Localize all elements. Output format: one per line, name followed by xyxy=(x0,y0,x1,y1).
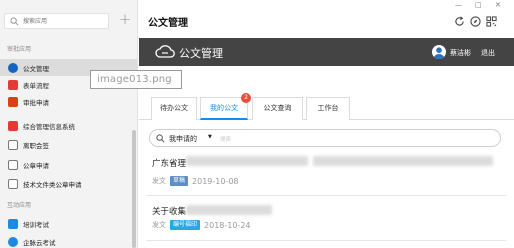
close-button[interactable]: ✕ xyxy=(495,1,501,9)
qrcode-icon[interactable] xyxy=(486,16,497,27)
search-icon xyxy=(156,134,165,143)
window-title: 公文管理 xyxy=(148,18,188,29)
sidebar-item-label: 审批申请 xyxy=(23,98,49,107)
filter-keyword-input[interactable]: 搜索 xyxy=(220,135,231,143)
logout-link[interactable]: 退出 xyxy=(481,48,495,58)
sidebar-item-management-system[interactable]: 综合管理信息系统 xyxy=(0,117,137,134)
app-search-box[interactable] xyxy=(4,13,109,29)
window-titlebar: 公文管理 — □ ✕ xyxy=(139,0,514,38)
redacted-text xyxy=(313,156,493,166)
sidebar-item-label: 技术文件类公章申请 xyxy=(23,180,82,189)
compass-icon[interactable] xyxy=(470,16,481,27)
minimize-button[interactable]: — xyxy=(455,1,462,9)
search-icon xyxy=(10,17,19,26)
sidebar-item-cloud-exam[interactable]: 企脉云考试 xyxy=(0,233,137,248)
sidebar-item-approval-request[interactable]: 审批申请 xyxy=(0,93,137,110)
redacted-text xyxy=(186,205,272,215)
document-type: 发文 xyxy=(152,221,166,229)
tab-label: 工作台 xyxy=(317,104,339,112)
sidebar-item-label: 表单流程 xyxy=(23,81,49,90)
document-meta: 发文 编号福印 2018-10-24 xyxy=(152,220,251,230)
sidebar-item-resignation-signoff[interactable]: 离职会签 xyxy=(0,136,137,153)
app-search-input[interactable] xyxy=(23,15,107,27)
sidebar-scrollbar[interactable] xyxy=(132,130,136,248)
tab-label: 我的公文 xyxy=(210,104,238,112)
document-date: 2019-10-08 xyxy=(192,176,239,186)
seal-request-icon xyxy=(8,159,18,170)
sidebar-item-label: 企脉云考试 xyxy=(23,238,56,247)
sidebar-item-label: 培训考试 xyxy=(23,220,49,229)
sidebar-item-label: 离职会签 xyxy=(23,141,49,150)
group-title-interaction: 互动应用 xyxy=(7,202,32,209)
status-badge: 编号福印 xyxy=(170,220,201,230)
divider xyxy=(146,195,506,196)
document-type: 发文 xyxy=(152,177,166,185)
management-system-icon xyxy=(8,120,18,131)
redacted-text xyxy=(186,156,308,166)
sidebar-item-tech-seal-request[interactable]: 技术文件类公章申请 xyxy=(0,175,137,192)
document-date: 2018-10-24 xyxy=(204,220,251,230)
document-title[interactable]: 广东省理 xyxy=(152,157,186,169)
avatar[interactable] xyxy=(432,45,446,59)
official-document-icon xyxy=(8,62,18,73)
document-meta: 发文 草稿 2019-10-08 xyxy=(152,176,239,186)
cloud-exam-icon xyxy=(8,236,18,247)
document-title[interactable]: 关于收集 xyxy=(152,205,186,217)
add-app-button[interactable]: + xyxy=(118,12,132,28)
app-header: 公文管理 蔡洁彬 退出 xyxy=(139,38,514,66)
tab-document-query[interactable]: 公文查询 xyxy=(252,97,303,120)
cloud-document-icon xyxy=(155,45,175,58)
sidebar-item-label: 公文管理 xyxy=(23,64,49,73)
group-title-approval: 审批应用 xyxy=(7,46,32,53)
form-process-icon xyxy=(8,79,18,90)
status-badge: 草稿 xyxy=(170,176,189,186)
tab-label: 公文查询 xyxy=(263,104,292,112)
resignation-signoff-icon xyxy=(8,139,18,150)
user-icon xyxy=(433,47,445,59)
tab-pending-documents[interactable]: 待办公文 xyxy=(151,97,197,120)
header-title: 公文管理 xyxy=(179,47,223,60)
sidebar-item-label: 综合管理信息系统 xyxy=(23,122,75,131)
approval-request-icon xyxy=(8,96,18,107)
document-filter-bar[interactable]: 我申请的 ▼ 搜索 xyxy=(149,129,501,147)
user-name: 蔡洁彬 xyxy=(450,49,471,57)
notification-badge: 2 xyxy=(241,93,251,103)
tab-workbench[interactable]: 工作台 xyxy=(306,97,350,120)
maximize-button[interactable]: □ xyxy=(475,1,482,9)
sidebar: + 审批应用 公文管理 表单流程 审批申请 综合管理信息系统 离职会签 公章申请… xyxy=(0,0,138,248)
sidebar-item-label: 公章申请 xyxy=(23,161,49,170)
training-exam-icon xyxy=(8,218,18,229)
sidebar-item-training-exam[interactable]: 培训考试 xyxy=(0,215,137,232)
divider xyxy=(146,240,506,241)
tab-my-documents[interactable]: 我的公文 2 xyxy=(200,93,251,120)
tech-seal-request-icon xyxy=(8,178,18,189)
sidebar-item-seal-request[interactable]: 公章申请 xyxy=(0,156,137,173)
tab-label: 待办公文 xyxy=(160,104,188,112)
image-filename-label: image013.png xyxy=(90,70,182,89)
document-tabs: 待办公文 我的公文 2 公文查询 工作台 xyxy=(139,93,514,120)
filter-scope-select[interactable]: 我申请的 xyxy=(169,134,197,144)
refresh-icon[interactable] xyxy=(454,16,465,27)
caret-down-icon[interactable]: ▼ xyxy=(208,134,212,140)
